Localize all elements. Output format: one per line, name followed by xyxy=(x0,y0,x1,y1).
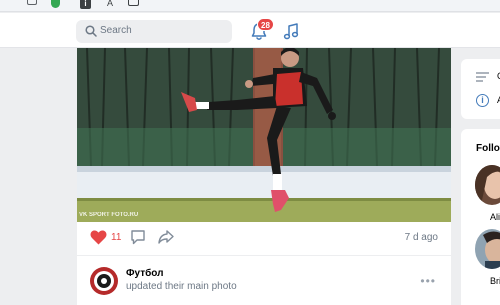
heart-icon xyxy=(90,229,107,244)
font-icon[interactable]: A xyxy=(107,0,113,8)
menu-lines-icon[interactable] xyxy=(476,72,489,82)
info-icon[interactable]: i xyxy=(80,0,91,9)
like-button[interactable]: 11 xyxy=(90,229,121,245)
activity-description: updated their main photo xyxy=(126,281,237,292)
avatar[interactable] xyxy=(475,165,500,205)
follow-suggestion-name[interactable]: Bri xyxy=(490,276,500,286)
photo-watermark: VK SPORT FOTO.RU xyxy=(79,212,139,218)
tabs-icon[interactable] xyxy=(128,0,139,6)
activity-author[interactable]: Футбол xyxy=(126,268,164,279)
follow-suggestion-name[interactable]: Ali xyxy=(490,212,500,222)
avatar[interactable] xyxy=(90,267,118,295)
music-icon[interactable] xyxy=(283,23,299,40)
notifications-badge: 28 xyxy=(257,18,274,31)
window-icon[interactable] xyxy=(27,0,37,5)
sidebar-menu-card: C i A xyxy=(461,59,500,119)
feed-post-card: VK SPORT FOTO.RU 11 7 d ago Футбол updat xyxy=(77,48,451,305)
comment-icon[interactable] xyxy=(130,229,146,245)
post-photo[interactable] xyxy=(77,48,451,222)
post-actions: 11 7 d ago xyxy=(77,223,451,251)
site-header: Search 28 xyxy=(0,13,500,48)
search-input[interactable]: Search xyxy=(76,20,232,43)
post-timestamp: 7 d ago xyxy=(404,232,438,243)
info-circle-icon[interactable]: i xyxy=(476,94,489,107)
like-count: 11 xyxy=(111,231,122,243)
more-icon[interactable]: ••• xyxy=(420,274,436,288)
shield-icon[interactable] xyxy=(51,0,60,8)
search-icon xyxy=(85,25,97,37)
avatar[interactable] xyxy=(475,229,500,269)
search-placeholder: Search xyxy=(100,25,132,36)
follow-title: Follow xyxy=(476,143,500,154)
share-icon[interactable] xyxy=(158,229,174,245)
browser-toolbar: i A xyxy=(0,0,500,12)
follow-suggestions-card: Follow Ali Bri xyxy=(461,129,500,305)
activity-item[interactable]: Футбол updated their main photo ••• xyxy=(77,256,451,305)
